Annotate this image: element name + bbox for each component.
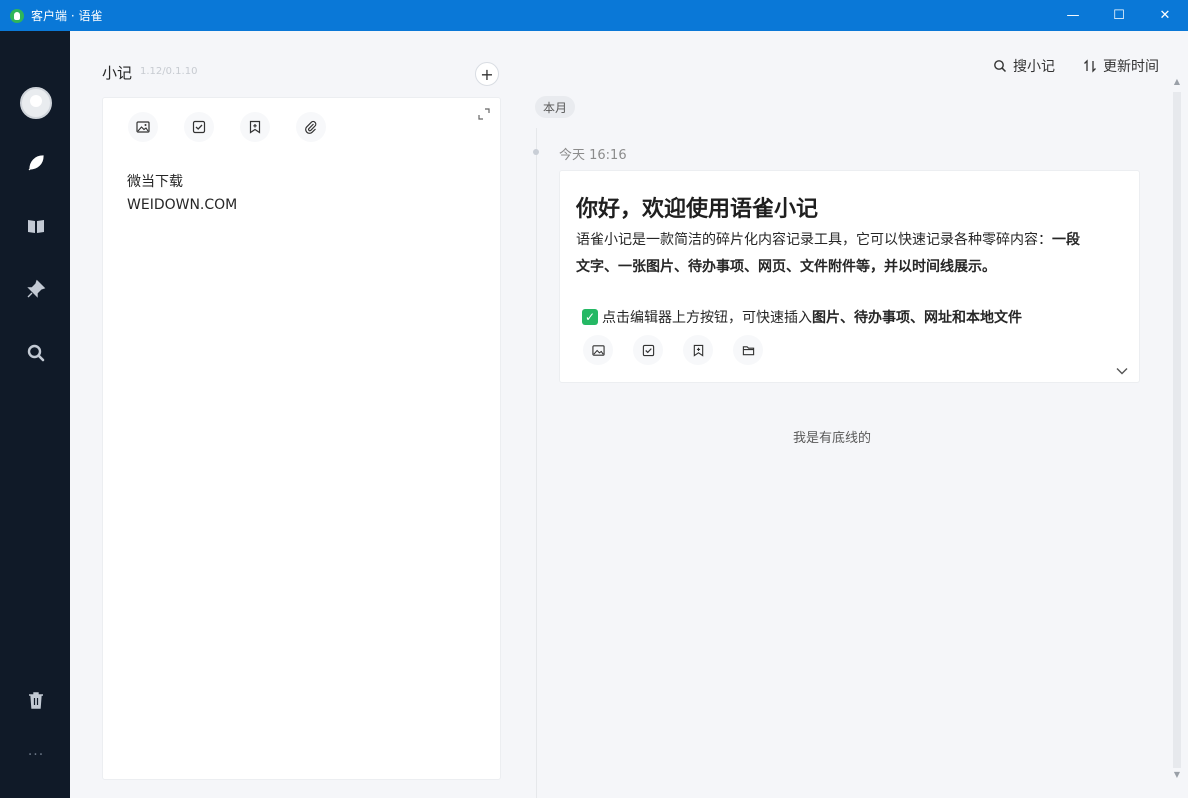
todo-item[interactable]: ✓ 点击编辑器上方按钮，可快速插入 图片、待办事项、网址和本地文件 (582, 307, 1022, 327)
month-badge: 本月 (535, 96, 576, 118)
insert-attachment-button[interactable] (296, 112, 326, 142)
folder-icon (742, 345, 754, 355)
note-card-line: 文字、一张图片、待办事项、网页、文件附件等，并以时间线展示。 (576, 259, 996, 275)
search-icon (994, 60, 1007, 73)
avatar[interactable] (20, 87, 52, 119)
end-of-list-text: 我是有底线的 (793, 431, 872, 446)
card-image-button[interactable] (583, 335, 613, 365)
editor-text-line: WEIDOWN.COM (127, 197, 238, 213)
checkbox-icon (642, 344, 654, 356)
scroll-down-icon[interactable]: ▼ (1171, 769, 1183, 781)
pin-icon[interactable] (24, 277, 48, 301)
book-icon[interactable] (24, 214, 48, 238)
window-controls: — ☐ ✕ (1050, 0, 1188, 31)
editor-text-line: 微当下载 (127, 174, 183, 190)
card-bookmark-button[interactable] (683, 335, 713, 365)
insert-image-button[interactable] (128, 112, 158, 142)
trash-icon[interactable] (24, 688, 48, 712)
card-todo-button[interactable] (633, 335, 663, 365)
expand-icon[interactable] (478, 108, 490, 120)
note-editor[interactable]: 微当下载 WEIDOWN.COM (102, 97, 501, 780)
checkbox-icon (192, 120, 206, 134)
bookmark-icon (693, 344, 703, 357)
chevron-down-icon[interactable] (1115, 364, 1129, 378)
scroll-up-icon[interactable]: ▲ (1171, 76, 1183, 88)
feather-icon[interactable] (24, 151, 48, 175)
search-notes-button[interactable]: 搜小记 (993, 56, 1055, 76)
title-bar: 客户端 · 语雀 — ☐ ✕ (0, 0, 1188, 31)
bookmark-icon (249, 120, 261, 134)
sidebar: ··· (0, 31, 70, 798)
timeline-dot (533, 149, 539, 155)
image-icon (136, 121, 150, 133)
sort-button[interactable]: 更新时间 (1083, 56, 1159, 76)
sort-icon (1084, 59, 1096, 73)
minimize-button[interactable]: — (1050, 0, 1096, 31)
image-icon (591, 344, 605, 356)
window-title: 客户端 · 语雀 (31, 9, 103, 23)
checkbox-checked-icon[interactable]: ✓ (582, 309, 598, 325)
note-timestamp: 今天 16:16 (559, 148, 627, 163)
page-title: 小记 (102, 64, 133, 82)
app-logo-icon (10, 8, 24, 23)
add-note-button[interactable]: + (475, 62, 499, 86)
search-icon[interactable] (24, 341, 48, 365)
insert-todo-button[interactable] (184, 112, 214, 142)
note-card-title: 你好，欢迎使用语雀小记 (576, 197, 819, 222)
more-menu[interactable]: ··· (24, 747, 48, 763)
timeline-line (536, 128, 537, 798)
scrollbar[interactable]: ▲ ▼ (1171, 76, 1183, 781)
close-button[interactable]: ✕ (1142, 0, 1188, 31)
note-card[interactable]: 你好，欢迎使用语雀小记 语雀小记是一款简洁的碎片化内容记录工具，它可以快速记录各… (559, 170, 1140, 383)
search-notes-label: 搜小记 (1013, 59, 1055, 75)
note-card-line: 语雀小记是一款简洁的碎片化内容记录工具，它可以快速记录各种零碎内容：一段 (576, 232, 1080, 248)
paperclip-icon (305, 120, 317, 134)
version-label: 1.12/0.1.10 (140, 66, 198, 77)
maximize-button[interactable]: ☐ (1096, 0, 1142, 31)
insert-bookmark-button[interactable] (240, 112, 270, 142)
card-folder-button[interactable] (733, 335, 763, 365)
sort-label: 更新时间 (1103, 59, 1159, 75)
scroll-track[interactable] (1173, 92, 1181, 768)
